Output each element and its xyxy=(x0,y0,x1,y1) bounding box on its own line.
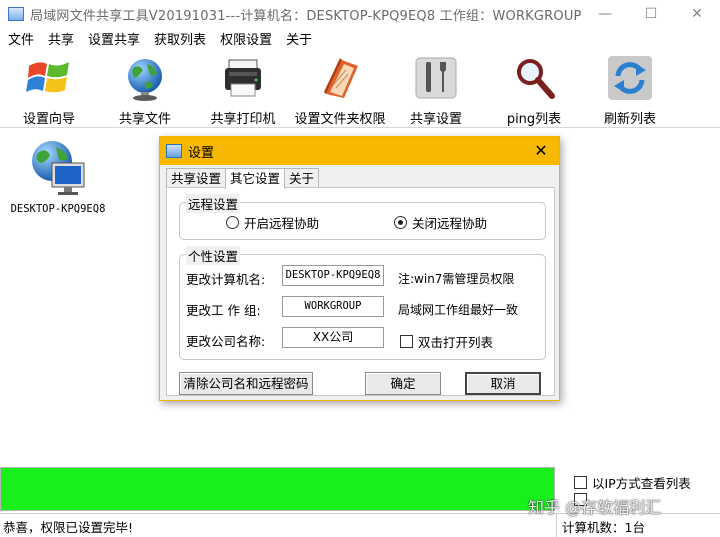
ok-button[interactable]: 确定 xyxy=(365,372,441,395)
windows-logo-icon xyxy=(26,62,69,93)
dblclick-open-label: 双击打开列表 xyxy=(418,335,494,350)
computer-name-label: 更改计算机名: xyxy=(186,272,266,287)
radio-disable-remote-dot[interactable] xyxy=(394,216,407,229)
app-icon xyxy=(8,7,24,21)
toolbar: 设置向导 共享文件 共享打印机 设置文件夹权限 共享设置 ping列表 刷新列表 xyxy=(0,50,720,128)
share-file-label: 共享文件 xyxy=(118,112,171,127)
status-message: 恭喜，权限已设置完毕! xyxy=(3,520,134,535)
remote-settings-label: 远程设置 xyxy=(186,194,241,213)
ip-view-box[interactable] xyxy=(574,476,587,489)
remote-settings-group: 远程设置 开启远程协助 关闭远程协助 xyxy=(179,194,546,240)
radio-enable-remote-dot[interactable] xyxy=(226,216,239,229)
computer-name: DESKTOP-KPQ9EQ8 xyxy=(10,203,106,215)
list-item[interactable]: DESKTOP-KPQ9EQ8 xyxy=(8,137,108,215)
ping-list-label: ping列表 xyxy=(506,112,562,127)
refresh-icon xyxy=(608,56,652,100)
tools-icon xyxy=(415,57,457,99)
watermark: 知乎 @存软福利汇 xyxy=(528,498,662,517)
radio-enable-remote[interactable]: 开启远程协助 xyxy=(226,213,319,232)
menu-permissions[interactable]: 权限设置 xyxy=(212,29,278,48)
dialog-title-bar: 设置 ✕ xyxy=(160,137,559,165)
workgroup-label: 更改工 作 组: xyxy=(186,303,261,318)
menu-share[interactable]: 共享 xyxy=(40,29,80,48)
dblclick-open-checkbox[interactable]: 双击打开列表 xyxy=(400,332,493,351)
dialog-tabs: 共享设置 其它设置 关于 xyxy=(166,168,320,189)
personal-settings-group: 个性设置 更改计算机名: DESKTOP-KPQ9EQ8 注:win7需管理员权… xyxy=(179,246,546,360)
radio-disable-remote[interactable]: 关闭远程协助 xyxy=(394,213,487,232)
tab-about[interactable]: 关于 xyxy=(284,168,320,188)
tab-panel-other-settings: 远程设置 开启远程协助 关闭远程协助 个性设置 更改计算机名: DESKTOP-… xyxy=(166,187,555,396)
dialog-title: 设置 xyxy=(188,145,215,161)
dblclick-open-box[interactable] xyxy=(400,335,413,348)
workgroup-note: 局域网工作组最好一致 xyxy=(398,303,519,317)
company-name-field[interactable]: XX公司 xyxy=(282,327,384,348)
radio-enable-remote-label: 开启远程协助 xyxy=(244,216,320,231)
share-settings-button[interactable]: 共享设置 xyxy=(406,50,466,128)
ip-view-label: 以IP方式查看列表 xyxy=(592,476,691,491)
menu-about[interactable]: 关于 xyxy=(278,29,318,48)
folder-permission-label: 设置文件夹权限 xyxy=(294,112,386,127)
company-name-label: 更改公司名称: xyxy=(186,334,266,349)
tab-share-settings[interactable]: 共享设置 xyxy=(166,168,227,188)
minimize-icon[interactable]: — xyxy=(582,0,628,28)
printer-icon xyxy=(225,59,261,97)
radio-disable-remote-label: 关闭远程协助 xyxy=(412,216,488,231)
progress-fill xyxy=(1,468,554,510)
progress-bar xyxy=(0,467,555,511)
computer-name-field[interactable]: DESKTOP-KPQ9EQ8 xyxy=(282,265,384,286)
workgroup-field[interactable]: WORKGROUP xyxy=(282,296,384,317)
share-settings-label: 共享设置 xyxy=(409,112,462,127)
magnifier-icon xyxy=(517,59,555,99)
menu-file[interactable]: 文件 xyxy=(0,29,40,48)
networked-pc-icon xyxy=(32,141,85,195)
maximize-icon[interactable]: ☐ xyxy=(628,0,674,28)
wizard-label: 设置向导 xyxy=(22,112,75,127)
window-title: 局域网文件共享工具V20191031---计算机名：DESKTOP-KPQ9EQ… xyxy=(30,8,582,24)
cancel-button[interactable]: 取消 xyxy=(465,372,541,395)
menu-get-list[interactable]: 获取列表 xyxy=(146,29,212,48)
dialog-app-icon xyxy=(166,144,182,158)
globe-icon xyxy=(128,59,162,101)
personal-settings-label: 个性设置 xyxy=(186,246,241,265)
share-printer-label: 共享打印机 xyxy=(210,112,276,127)
share-printer-button[interactable]: 共享打印机 xyxy=(208,50,278,128)
folder-book-icon xyxy=(324,58,358,98)
refresh-list-label: 刷新列表 xyxy=(603,112,656,127)
tab-other-settings[interactable]: 其它设置 xyxy=(225,168,286,189)
dialog-close-icon[interactable]: ✕ xyxy=(531,141,551,160)
folder-permission-button[interactable]: 设置文件夹权限 xyxy=(292,50,388,128)
ping-list-button[interactable]: ping列表 xyxy=(504,50,564,128)
clear-company-password-button[interactable]: 清除公司名和远程密码 xyxy=(179,372,313,395)
title-bar: 局域网文件共享工具V20191031---计算机名：DESKTOP-KPQ9EQ… xyxy=(0,0,720,28)
refresh-list-button[interactable]: 刷新列表 xyxy=(600,50,660,128)
window-controls: — ☐ ✕ xyxy=(582,0,720,28)
ip-view-checkbox[interactable]: 以IP方式查看列表 xyxy=(574,473,691,492)
close-icon[interactable]: ✕ xyxy=(674,0,720,28)
menu-bar: 文件 共享 设置共享 获取列表 权限设置 关于 xyxy=(0,28,720,48)
computer-name-note: 注:win7需管理员权限 xyxy=(398,272,515,286)
share-file-button[interactable]: 共享文件 xyxy=(116,50,174,128)
settings-dialog: 设置 ✕ 共享设置 其它设置 关于 远程设置 开启远程协助 关闭远程协助 个性设… xyxy=(159,136,560,401)
wizard-button[interactable]: 设置向导 xyxy=(20,50,78,128)
menu-share-settings[interactable]: 设置共享 xyxy=(80,29,146,48)
computer-count: 计算机数：1台 xyxy=(562,520,645,535)
